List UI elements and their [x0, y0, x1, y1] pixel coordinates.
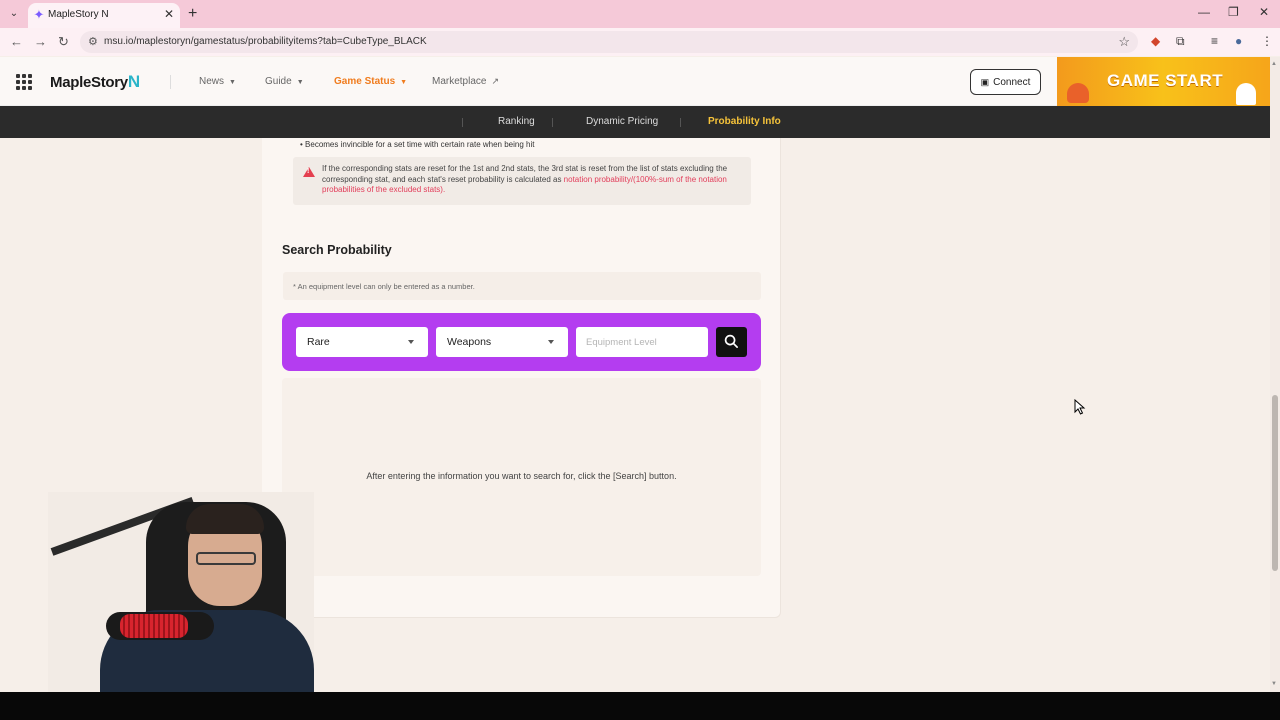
bullet-text: Becomes invincible for a set time with c… [305, 140, 535, 149]
restore-icon[interactable]: ❐ [1228, 5, 1239, 19]
tab-close-icon[interactable]: ✕ [164, 7, 174, 21]
ghost-mascot-icon [1236, 83, 1256, 105]
site-logo[interactable]: MapleStoryN [50, 72, 140, 92]
result-message: After entering the information you want … [366, 471, 677, 481]
taskbar [0, 692, 1280, 720]
nav-game-status[interactable]: Game Status ▼ [334, 76, 407, 87]
subnav-probability-info[interactable]: Probability Info [708, 116, 781, 127]
logo-text: MapleStory [50, 74, 128, 91]
notice-text-end: . [442, 185, 446, 194]
search-result-area: After entering the information you want … [282, 378, 761, 576]
reload-icon[interactable]: ↻ [58, 34, 69, 50]
site-header: MapleStoryN News ▼ Guide ▼ Game Status ▼ Ma… [0, 57, 1270, 106]
apps-grid-icon[interactable] [16, 74, 32, 90]
game-start-label: GAME START [1107, 71, 1224, 90]
streamer-glasses [196, 552, 256, 565]
chevron-down-icon: ▼ [296, 79, 304, 86]
back-icon[interactable]: ← [10, 34, 23, 49]
nav-guide[interactable]: Guide ▼ [265, 76, 304, 87]
maplestory-favicon-icon: ✦ [33, 7, 45, 22]
nav-guide-label: Guide [265, 76, 292, 87]
equipment-level-input[interactable] [576, 327, 708, 357]
forward-icon[interactable]: → [34, 34, 47, 49]
minimize-icon[interactable]: — [1198, 5, 1210, 19]
option-bullet: • Becomes invincible for a set time with… [300, 140, 535, 149]
browser-tab[interactable]: ✦ MapleStory N ✕ [28, 3, 180, 28]
new-tab-icon[interactable]: + [188, 5, 197, 23]
wallet-icon: ▣ [980, 77, 990, 87]
notice-text: If the corresponding stats are reset for… [322, 164, 742, 196]
profile-avatar-icon[interactable]: ● [1235, 34, 1242, 48]
logo-suffix: N [127, 72, 140, 91]
subnav-divider [462, 118, 463, 127]
hint-text: * An equipment level can only be entered… [293, 282, 475, 291]
search-icon [724, 334, 738, 348]
mushroom-mascot-icon [1067, 83, 1089, 103]
menu-kebab-icon[interactable]: ⋮ [1261, 34, 1273, 48]
window-close-icon[interactable]: ✕ [1259, 5, 1269, 19]
media-icon[interactable]: ≡ [1211, 34, 1218, 48]
caret-down-icon [548, 340, 554, 344]
hint-box: * An equipment level can only be entered… [283, 272, 761, 300]
site-info-icon[interactable]: ⚙ [88, 35, 98, 48]
nav-news[interactable]: News ▼ [199, 76, 236, 87]
grade-select[interactable]: Rare [296, 327, 428, 357]
equipment-type-value: Weapons [447, 336, 492, 348]
warning-icon [303, 167, 315, 177]
tab-search-chevron-icon[interactable]: ⌄ [6, 6, 22, 22]
nav-news-label: News [199, 76, 225, 87]
mouse-cursor-icon [1074, 399, 1086, 415]
address-bar[interactable]: ⚙ msu.io/maplestoryn/gamestatus/probabil… [80, 31, 1138, 53]
browser-toolbar: ← → ↻ ⚙ msu.io/maplestoryn/gamestatus/pr… [0, 28, 1280, 56]
connect-button[interactable]: ▣ Connect [970, 69, 1041, 95]
scrollbar-thumb[interactable] [1272, 395, 1278, 571]
subnav-dynamic-pricing[interactable]: Dynamic Pricing [586, 116, 658, 127]
nav-marketplace[interactable]: Marketplace ↗ [432, 76, 499, 87]
page-scrollbar[interactable]: ▲ ▼ [1270, 57, 1280, 692]
connect-label: Connect [993, 77, 1031, 88]
extension-fox-icon[interactable]: ◆ [1151, 34, 1160, 48]
header-divider [170, 75, 171, 89]
tab-title: MapleStory N [48, 9, 109, 20]
external-link-icon: ↗ [491, 76, 500, 86]
webcam-overlay [48, 492, 314, 692]
chevron-down-icon: ▼ [400, 79, 408, 86]
search-bar: Rare Weapons [282, 313, 761, 371]
nav-marketplace-label: Marketplace [432, 76, 487, 87]
caret-down-icon [408, 340, 414, 344]
nav-game-status-label: Game Status [334, 76, 396, 87]
search-button[interactable] [716, 327, 747, 357]
subnav-divider [552, 118, 553, 127]
notice-box: If the corresponding stats are reset for… [293, 157, 751, 205]
streamer-hair [186, 504, 264, 534]
browser-tab-bar: ⌄ ✦ MapleStory N ✕ + — ❐ ✕ [0, 0, 1280, 28]
section-title: Search Probability [282, 243, 392, 257]
game-start-banner[interactable]: GAME START [1057, 57, 1270, 106]
extensions-puzzle-icon[interactable]: ⧉ [1176, 34, 1185, 49]
scroll-up-icon[interactable]: ▲ [1271, 61, 1277, 67]
equipment-type-select[interactable]: Weapons [436, 327, 568, 357]
microphone-grille [120, 614, 188, 638]
subnav-divider [680, 118, 681, 127]
grade-select-value: Rare [307, 336, 330, 348]
sub-navigation: Ranking Dynamic Pricing Probability Info [0, 106, 1270, 138]
chevron-down-icon: ▼ [229, 79, 236, 86]
bookmark-star-icon[interactable]: ☆ [1118, 34, 1130, 50]
scroll-down-icon[interactable]: ▼ [1271, 681, 1277, 687]
subnav-ranking[interactable]: Ranking [498, 116, 535, 127]
url-text[interactable]: msu.io/maplestoryn/gamestatus/probabilit… [104, 36, 427, 47]
